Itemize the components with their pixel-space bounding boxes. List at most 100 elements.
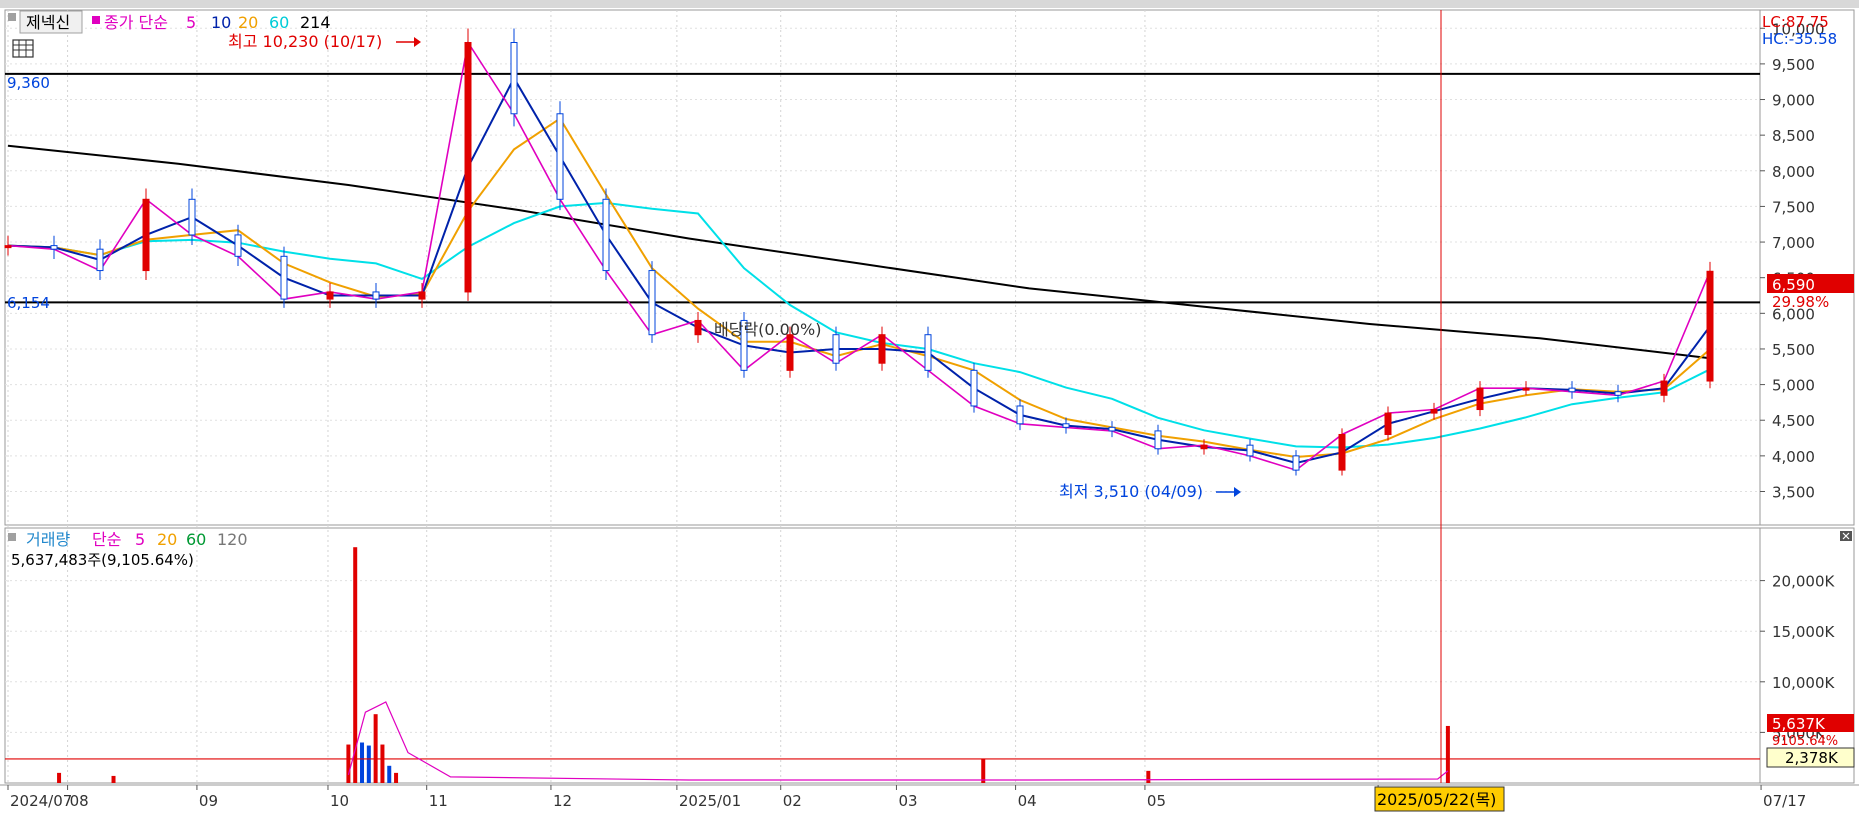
- ma-214-label: 214: [300, 13, 331, 32]
- volume-bar: [346, 744, 351, 783]
- ma-60-label: 60: [269, 13, 289, 32]
- volume-legend-marker: [8, 533, 16, 541]
- candle-body: [1614, 391, 1622, 396]
- price-axis-label: 8,500: [1772, 127, 1815, 145]
- x-axis-label: 2024/07: [10, 792, 72, 810]
- candle-body: [924, 334, 932, 371]
- candle-body: [1246, 444, 1254, 457]
- volume-badge-pct: 9105.64%: [1772, 734, 1838, 749]
- x-axis-label: 09: [199, 792, 218, 810]
- price-axis-label: 4,000: [1772, 448, 1815, 466]
- price-axis-label: 9,500: [1772, 56, 1815, 74]
- x-axis-bar: [0, 785, 1859, 815]
- candle-body: [280, 255, 288, 300]
- candle-body: [1200, 444, 1208, 450]
- candle-body: [1476, 387, 1484, 411]
- x-axis-label: 10: [330, 792, 349, 810]
- lc-label: LC:87.75: [1762, 13, 1829, 31]
- ma-5-label: 5: [186, 13, 196, 32]
- volume-bar: [373, 714, 378, 783]
- volume-bar: [981, 758, 986, 783]
- volume-bar: [380, 744, 385, 783]
- candle-body: [1154, 430, 1162, 450]
- x-axis-label: 07/17: [1763, 792, 1806, 810]
- price-axis-label: 7,500: [1772, 198, 1815, 216]
- volume-axis-label: 10,000K: [1772, 674, 1835, 692]
- volume-axis-label: 15,000K: [1772, 623, 1835, 641]
- grid-icon[interactable]: [12, 39, 34, 58]
- candle-body: [96, 248, 104, 272]
- price-axis-label: 5,500: [1772, 341, 1815, 359]
- top-toolbar-strip: [0, 0, 1859, 8]
- candle-body: [556, 113, 564, 200]
- volume-bar: [360, 742, 365, 783]
- ma-20-label: 20: [238, 13, 258, 32]
- candle-body: [188, 198, 196, 236]
- x-axis-label: 02: [783, 792, 802, 810]
- candle-body: [1384, 412, 1392, 435]
- price-axis-label: 5,000: [1772, 377, 1815, 395]
- volume-bar: [111, 775, 116, 783]
- high-annotation: 최고 10,230 (10/17): [228, 32, 382, 51]
- x-axis-label: 04: [1018, 792, 1037, 810]
- candle-body: [1706, 270, 1714, 382]
- volume-bar: [366, 745, 371, 783]
- volume-ma-badge-value: 2,378K: [1785, 749, 1839, 767]
- candle-body: [694, 319, 702, 336]
- price-change-pct: 29.98%: [1772, 293, 1829, 311]
- legend-marker: [8, 13, 16, 21]
- candle-body: [4, 245, 12, 249]
- volume-value-text: 5,637,483주(9,105.64%): [11, 551, 194, 569]
- price-axis-label: 3,500: [1772, 483, 1815, 501]
- candle-body: [1108, 426, 1116, 432]
- volume-ma-60-label: 60: [186, 530, 206, 549]
- volume-badge-value: 5,637K: [1772, 715, 1826, 733]
- price-axis-label: 7,000: [1772, 234, 1815, 252]
- low-annotation: 최저 3,510 (04/09): [1059, 482, 1203, 501]
- candle-body: [234, 234, 242, 257]
- volume-bar: [1445, 725, 1450, 783]
- candle-body: [418, 291, 426, 300]
- candle-body: [878, 334, 886, 364]
- candle-body: [786, 334, 794, 371]
- volume-axis-label: 20,000K: [1772, 573, 1835, 591]
- volume-bar: [57, 772, 62, 783]
- ma-10-label: 10: [211, 13, 231, 32]
- candle-body: [1568, 387, 1576, 393]
- volume-bar: [394, 772, 399, 783]
- stock-name: 제넥신: [26, 13, 70, 32]
- candle-body: [1430, 409, 1438, 414]
- crosshair-date-label: 2025/05/22(목): [1377, 790, 1496, 809]
- volume-bar: [387, 765, 392, 783]
- candle-body: [832, 334, 840, 364]
- volume-bar: [1146, 770, 1151, 783]
- volume-ma-20-label: 20: [157, 530, 177, 549]
- close-panel-icon[interactable]: [1840, 531, 1852, 541]
- candle-body: [1292, 455, 1300, 471]
- price-axis-label: 4,500: [1772, 412, 1815, 430]
- hc-label: HC:-35.58: [1762, 30, 1837, 48]
- volume-panel[interactable]: [4, 527, 1761, 784]
- line-9360-label: 9,360: [7, 74, 50, 92]
- volume-ma-120-label: 120: [217, 530, 248, 549]
- candle-body: [1338, 433, 1346, 471]
- candle-body: [464, 42, 472, 293]
- volume-title: 거래량: [26, 530, 70, 549]
- candle-body: [1016, 405, 1024, 425]
- ma-title: 종가 단순: [104, 13, 168, 32]
- price-badge-value: 6,590: [1772, 276, 1815, 294]
- x-axis-label: 11: [429, 792, 448, 810]
- price-axis-label: 8,000: [1772, 163, 1815, 181]
- volume-ma-5-label: 5: [135, 530, 145, 549]
- x-axis-label: 12: [553, 792, 572, 810]
- x-axis-label: 05: [1147, 792, 1166, 810]
- candle-body: [372, 291, 380, 300]
- candle-body: [1062, 423, 1070, 428]
- candle-body: [142, 198, 150, 272]
- candle-body: [1522, 387, 1530, 391]
- candle-body: [510, 42, 518, 115]
- stock-chart[interactable]: 3,5004,0004,5005,0005,5006,0006,5007,000…: [0, 0, 1859, 815]
- candle-body: [602, 198, 610, 272]
- candle-body: [648, 270, 656, 336]
- line-6154-label: 6,154: [7, 294, 50, 312]
